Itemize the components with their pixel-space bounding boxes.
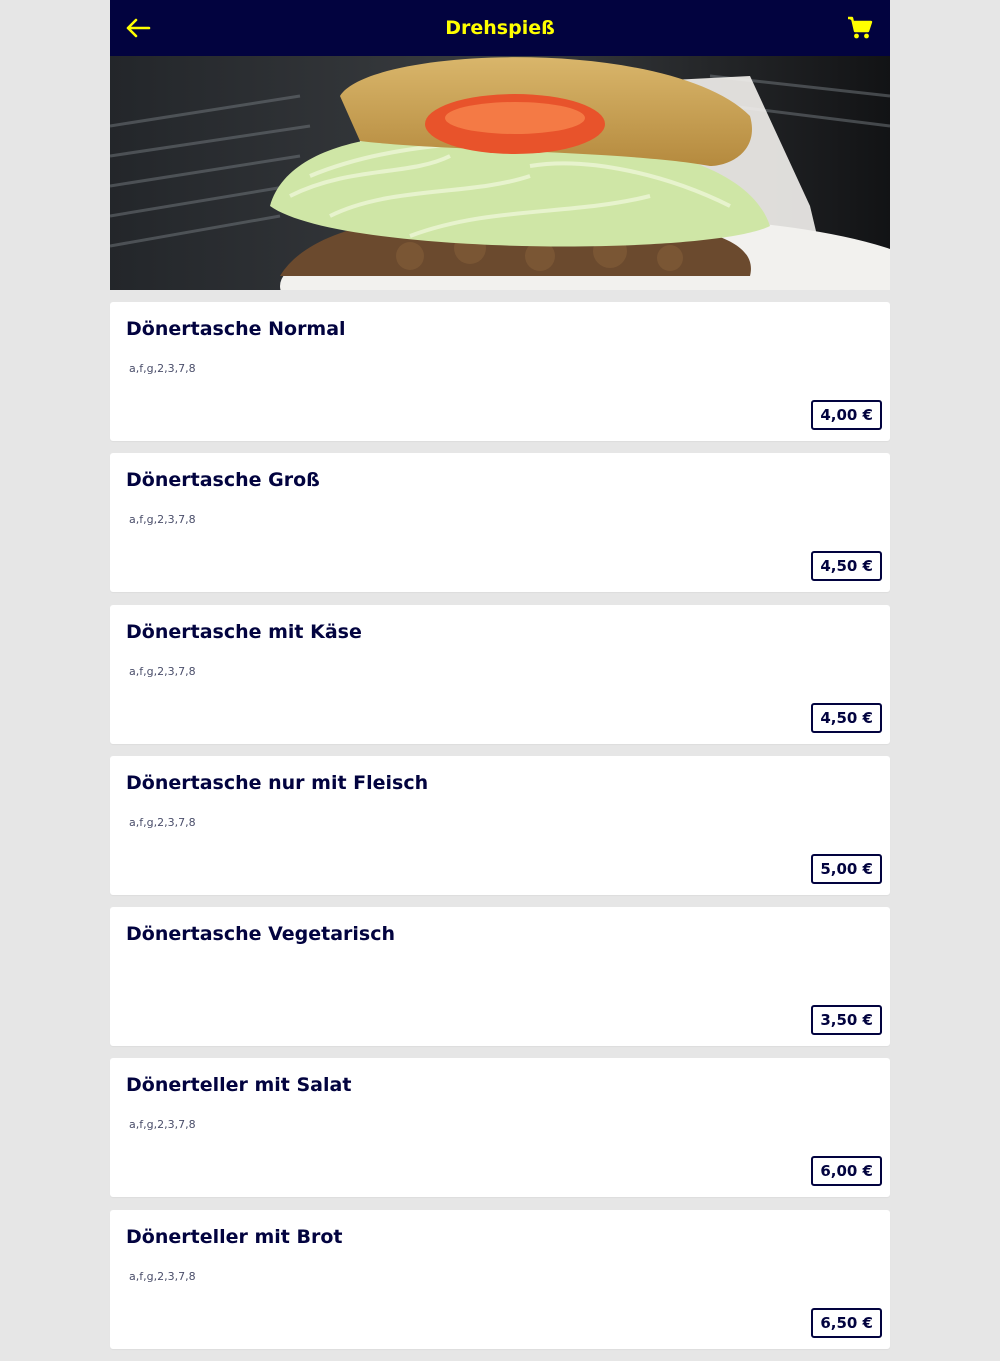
menu-item-allergens: a,f,g,2,3,7,8 — [129, 1118, 196, 1132]
menu-item-card[interactable]: Dönertasche Normal a,f,g,2,3,7,8 4,00 € — [110, 302, 890, 441]
menu-item-allergens: a,f,g,2,3,7,8 — [129, 362, 196, 375]
menu-item-name: Dönerteller mit Salat — [126, 1074, 352, 1097]
price-button[interactable]: 6,00 € — [811, 1156, 882, 1187]
menu-list: Dönertasche Normal a,f,g,2,3,7,8 4,00 € Dön… — [110, 302, 890, 1361]
price-button[interactable]: 4,00 € — [811, 400, 882, 430]
menu-item-allergens: a,f,g,2,3,7,8 — [129, 664, 196, 678]
menu-item-card[interactable]: Dönerteller mit Salat a,f,g,2,3,7,8 6,00 € — [110, 1058, 890, 1198]
menu-item-card[interactable]: Dönertasche Groß a,f,g,2,3,7,8 4,50 € — [110, 453, 890, 593]
top-bar: Drehspieß — [110, 0, 890, 56]
menu-item-name: Dönertasche nur mit Fleisch — [126, 771, 429, 794]
hero-image — [110, 56, 890, 290]
menu-item-name: Dönertasche Groß — [126, 469, 320, 492]
price-button[interactable]: 4,50 € — [811, 551, 882, 582]
price-button[interactable]: 4,50 € — [811, 702, 882, 733]
menu-item-card[interactable]: Dönertasche mit Käse a,f,g,2,3,7,8 4,50 € — [110, 604, 890, 744]
menu-item-allergens: a,f,g,2,3,7,8 — [129, 815, 196, 829]
price-button[interactable]: 6,50 € — [811, 1307, 882, 1338]
menu-item-allergens: a,f,g,2,3,7,8 — [129, 1269, 196, 1283]
doner-kebab-photo — [110, 56, 890, 290]
menu-item-allergens: a,f,g,2,3,7,8 — [129, 513, 196, 527]
menu-item-name: Dönerteller mit Brot — [126, 1225, 343, 1248]
menu-item-name: Dönertasche Normal — [126, 318, 346, 340]
cart-button[interactable] — [840, 8, 880, 48]
price-button[interactable]: 3,50 € — [811, 1005, 882, 1036]
price-button[interactable]: 5,00 € — [811, 853, 882, 884]
menu-item-name: Dönertasche mit Käse — [126, 620, 362, 643]
shopping-cart-icon — [848, 16, 873, 39]
app-screen: Drehspieß Dönertasche Normal a,f,g,2,3,7… — [110, 0, 890, 1349]
menu-item-card[interactable]: Dönertasche nur mit Fleisch a,f,g,2,3,7,8… — [110, 755, 890, 895]
menu-item-name: Dönertasche Vegetarisch — [126, 923, 396, 946]
page-title: Drehspieß — [445, 17, 555, 39]
menu-item-card[interactable]: Dönertasche Vegetarisch 3,50 € — [110, 907, 890, 1047]
menu-item-card[interactable]: Dönerteller mit Brot a,f,g,2,3,7,8 6,50 € — [110, 1209, 890, 1349]
